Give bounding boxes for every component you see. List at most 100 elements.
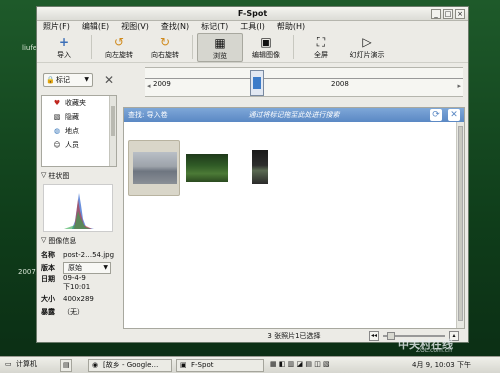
plus-icon: + — [58, 35, 70, 49]
photo-thumbnail-selected[interactable] — [128, 140, 180, 196]
tray-icons[interactable]: ▦ ◧ ▥ ◪ ▤ ◫ ▧ — [270, 360, 330, 368]
zoom-out-icon[interactable]: ◂◂ — [369, 331, 379, 341]
histogram — [43, 184, 113, 232]
find-bar: 查找: 导入卷 通过将标记拖至此处进行搜索 ⟳ ✕ — [124, 108, 464, 122]
status-text: 3 张照片1已选择 — [267, 332, 321, 340]
edit-image-icon: ▣ — [260, 35, 272, 49]
timeline-year-label: 2008 — [331, 80, 349, 88]
close-findbar-icon[interactable]: ✕ — [448, 109, 460, 121]
info-value: 09-4-9 — [63, 274, 86, 282]
menu-tags[interactable]: 标记(T) — [201, 21, 228, 33]
show-desktop-button[interactable]: ▤ — [60, 359, 72, 372]
maximize-button[interactable]: □ — [443, 9, 453, 19]
edit-image-button[interactable]: ▣ 编辑图像 — [243, 33, 289, 60]
minimize-button[interactable]: _ — [431, 9, 441, 19]
tag-item-places[interactable]: ◍ 地点 — [42, 124, 116, 138]
toolbar-separator — [192, 35, 193, 59]
computer-icon: ▭ — [5, 360, 12, 368]
rotate-left-label: 向左旋转 — [105, 51, 133, 59]
fspot-window: F-Spot _ □ × 照片(F) 编辑(E) 视图(V) 查找(N) 标记(… — [36, 6, 469, 343]
toolbar-separator — [293, 35, 294, 59]
fullscreen-icon: ⛶ — [316, 35, 326, 49]
photo-view: 查找: 导入卷 通过将标记拖至此处进行搜索 ⟳ ✕ — [123, 107, 465, 329]
timeline-selection-fill — [253, 77, 261, 89]
refresh-icon[interactable]: ⟳ — [430, 109, 442, 121]
desktop-icon: ▤ — [63, 361, 70, 369]
info-value: 400x289 — [63, 294, 94, 303]
info-value: （无） — [63, 307, 84, 316]
close-button[interactable]: × — [455, 9, 465, 19]
clock[interactable]: 4月 9, 10:03 下午 — [412, 360, 471, 370]
import-button[interactable]: + 导入 — [41, 33, 87, 60]
browser-icon: ◉ — [92, 361, 99, 369]
photo-image — [252, 150, 268, 184]
edit-image-label: 编辑图像 — [252, 51, 280, 59]
histogram-header[interactable]: ▽ 柱状图 — [41, 171, 117, 181]
sidebar: ♥ 收藏夹 ▧ 隐藏 ◍ 地点 ☺ 人员 ▽ 柱状图 ▽ 图像信息 名称 pos… — [41, 95, 117, 331]
image-info-title: 图像信息 — [48, 237, 77, 245]
menu-photo[interactable]: 照片(F) — [43, 21, 70, 33]
taskbar-item-browser[interactable]: ◉ [故乡 - Google… — [88, 359, 172, 372]
computer-label: 计算机 — [16, 360, 37, 368]
import-label: 导入 — [57, 51, 71, 59]
tag-list-scrollbar[interactable] — [109, 96, 116, 166]
version-selector[interactable]: 原始 ▼ — [63, 261, 111, 274]
hidden-icon: ▧ — [53, 113, 61, 121]
timeline-selection-handle[interactable] — [250, 70, 264, 96]
menu-tools[interactable]: 工具(I) — [240, 21, 265, 33]
rotate-left-icon: ↺ — [113, 35, 125, 49]
photo-scrollbar[interactable] — [456, 122, 464, 328]
window-title: F-Spot — [237, 9, 268, 18]
title-bar: F-Spot _ □ × — [37, 7, 468, 21]
menu-view[interactable]: 视图(V) — [121, 21, 149, 33]
tag-item-hidden[interactable]: ▧ 隐藏 — [42, 110, 116, 124]
menu-edit[interactable]: 编辑(E) — [82, 21, 109, 33]
photo-thumbnail[interactable] — [184, 140, 232, 196]
chevron-down-icon: ▼ — [103, 263, 108, 271]
task-label: [故乡 - Google… — [103, 361, 159, 369]
histogram-title: 柱状图 — [48, 172, 70, 180]
info-value: post-2…54.jpg — [63, 250, 115, 259]
timeline-right-arrow-icon[interactable]: ▸ — [457, 82, 461, 90]
tag-label: 人员 — [65, 141, 79, 149]
image-info-header[interactable]: ▽ 图像信息 — [41, 236, 117, 246]
timeline-left-arrow-icon[interactable]: ◂ — [147, 82, 151, 90]
photo-grid — [124, 122, 464, 322]
rotate-right-icon: ↻ — [159, 35, 171, 49]
info-key: 名称 — [41, 250, 55, 259]
photo-thumbnail[interactable] — [246, 140, 276, 196]
browse-button[interactable]: ▦ 浏览 — [197, 33, 243, 62]
taskbar-item-fspot[interactable]: ▣ F-Spot — [176, 359, 264, 372]
clear-filter-icon[interactable]: ✕ — [104, 73, 114, 87]
play-icon: ▷ — [362, 35, 372, 49]
computer-menu-button[interactable]: ▭ 计算机 — [2, 359, 50, 372]
menu-help[interactable]: 帮助(H) — [277, 21, 305, 33]
timeline[interactable]: ◂ 2009 2008 ▸ — [145, 67, 463, 97]
zoom-slider-handle[interactable] — [387, 332, 395, 340]
slideshow-button[interactable]: ▷ 幻灯片演示 — [344, 33, 390, 60]
slideshow-label: 幻灯片演示 — [349, 51, 385, 59]
image-info: 名称 post-2…54.jpg 版本 原始 ▼ 日期 09-4-9 下10:0… — [41, 248, 117, 318]
taskbar: ▭ 计算机 ▤ ◉ [故乡 - Google… ▣ F-Spot ▦ ◧ ▥ ◪… — [0, 356, 500, 373]
globe-icon: ◍ — [53, 127, 61, 135]
info-key: 日期 — [41, 275, 55, 283]
browse-label: 浏览 — [213, 52, 227, 60]
tag-label: 地点 — [65, 127, 79, 135]
info-value: 下10:01 — [63, 283, 91, 291]
tag-item-people[interactable]: ☺ 人员 — [42, 138, 116, 152]
fullscreen-button[interactable]: ⛶ 全屏 — [298, 33, 344, 60]
fspot-icon: ▣ — [180, 361, 187, 369]
browse-grid-icon: ▦ — [214, 36, 226, 50]
version-value: 原始 — [68, 263, 82, 272]
rotate-right-button[interactable]: ↻ 向右旋转 — [142, 33, 188, 60]
rotate-left-button[interactable]: ↺ 向左旋转 — [96, 33, 142, 60]
heart-icon: ♥ — [53, 99, 61, 107]
photo-image — [133, 152, 177, 184]
tag-list: ♥ 收藏夹 ▧ 隐藏 ◍ 地点 ☺ 人员 — [41, 95, 117, 167]
fullscreen-label: 全屏 — [314, 51, 328, 59]
tag-label: 收藏夹 — [65, 99, 86, 107]
info-key: 大小 — [41, 294, 55, 303]
tag-item-favorites[interactable]: ♥ 收藏夹 — [42, 96, 116, 110]
menu-find[interactable]: 查找(N) — [161, 21, 189, 33]
tag-selector[interactable]: 🔒 标记 ▼ — [43, 73, 93, 87]
